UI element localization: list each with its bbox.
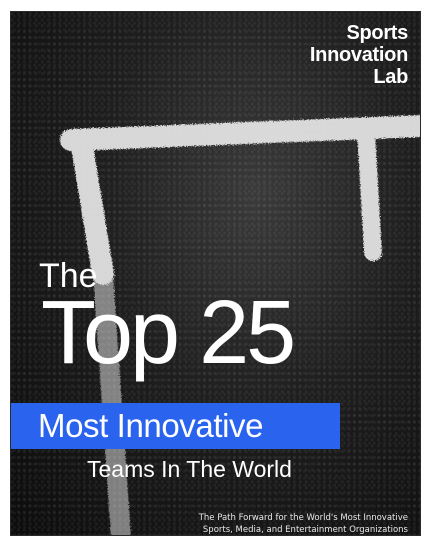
brand-logo: Sports Innovation Lab	[310, 22, 408, 88]
brand-line-1: Sports	[346, 22, 408, 44]
tagline: The Path Forward for the World's Most In…	[198, 512, 408, 535]
tagline-line-1: The Path Forward for the World's Most In…	[198, 513, 408, 523]
brand-line-3: Lab	[373, 66, 408, 88]
title-most-innovative: Most Innovative	[38, 407, 264, 444]
tagline-line-2: Sports, Media, and Entertainment Organiz…	[202, 525, 408, 535]
brand-line-2: Innovation	[309, 44, 408, 66]
title-top-25: Top 25	[41, 283, 296, 383]
title-subtitle: Teams In The World	[87, 456, 292, 482]
report-cover: Sports Innovation Lab The Top 25 Most In…	[10, 11, 421, 536]
